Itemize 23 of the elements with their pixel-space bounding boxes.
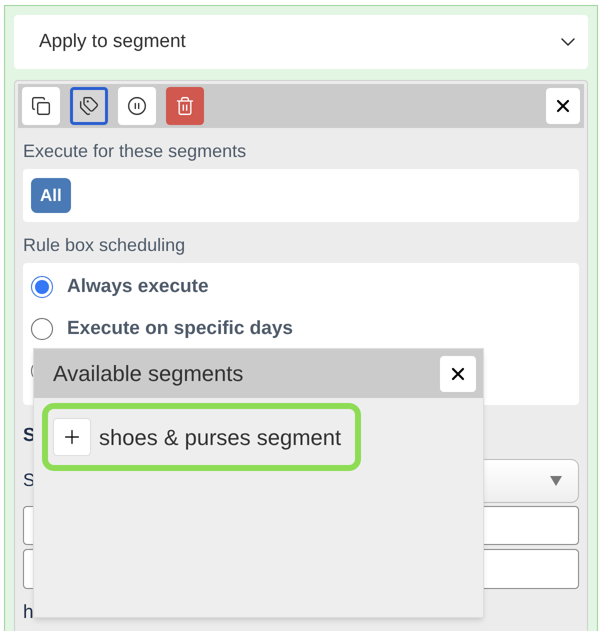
radio-button[interactable] — [31, 276, 53, 298]
popup-title: Available segments — [53, 360, 244, 388]
pause-button[interactable] — [118, 87, 156, 125]
radio-label: Always execute — [67, 274, 209, 299]
radio-button[interactable] — [31, 318, 53, 340]
copy-button[interactable] — [22, 87, 60, 125]
close-button[interactable] — [440, 356, 476, 392]
segment-option[interactable]: shoes & purses segment — [42, 403, 362, 471]
trash-icon — [175, 96, 195, 116]
footer-text: h — [23, 600, 35, 624]
pause-icon — [127, 96, 147, 116]
segment-name: shoes & purses segment — [99, 424, 342, 452]
tags-button[interactable] — [70, 87, 108, 125]
copy-icon — [31, 96, 51, 116]
dropdown-triangle-icon — [550, 476, 562, 486]
close-button[interactable] — [546, 88, 580, 124]
tags-icon — [79, 96, 99, 116]
delete-button[interactable] — [166, 87, 204, 125]
section-label: Rule box scheduling — [23, 234, 186, 257]
section-label: Execute for these segments — [23, 140, 248, 163]
segment-dropdown[interactable]: Apply to segment — [14, 15, 588, 69]
segment-tag[interactable]: All — [31, 178, 71, 214]
radio-label: Execute on specific days — [67, 316, 293, 341]
